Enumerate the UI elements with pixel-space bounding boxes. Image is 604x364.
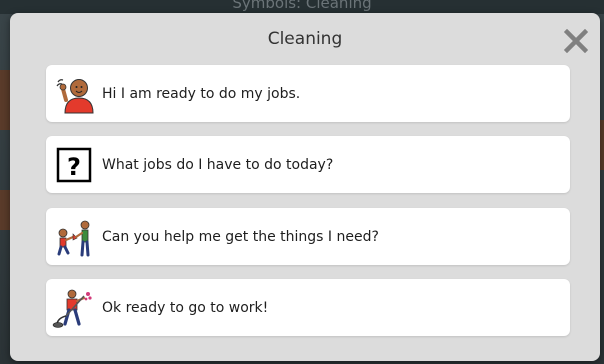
close-button[interactable] [560,25,592,57]
giving-help-icon [52,215,96,259]
vacuuming-person-icon [52,286,96,330]
phrase-label: Hi I am ready to do my jobs. [102,85,301,102]
dialog-title: Cleaning [267,29,343,49]
phrase-label: Ok ready to go to work! [102,299,269,316]
svg-text:?: ? [67,153,81,181]
phrase-item-go-to-work[interactable]: Ok ready to go to work! [46,279,570,336]
waving-person-icon [52,72,96,116]
question-mark-icon: ? [52,143,96,187]
background-title: Symbols: Cleaning [232,0,372,12]
phrase-item-what-jobs[interactable]: ? What jobs do I have to do today? [46,136,570,193]
phrase-label: What jobs do I have to do today? [102,156,334,173]
phrase-item-help[interactable]: Can you help me get the things I need? [46,208,570,265]
phrase-dialog: Cleaning Hi I am ready to do my jobs. ? … [10,13,600,361]
phrase-label: Can you help me get the things I need? [102,228,379,245]
phrase-item-ready[interactable]: Hi I am ready to do my jobs. [46,65,570,122]
close-icon [564,29,588,53]
